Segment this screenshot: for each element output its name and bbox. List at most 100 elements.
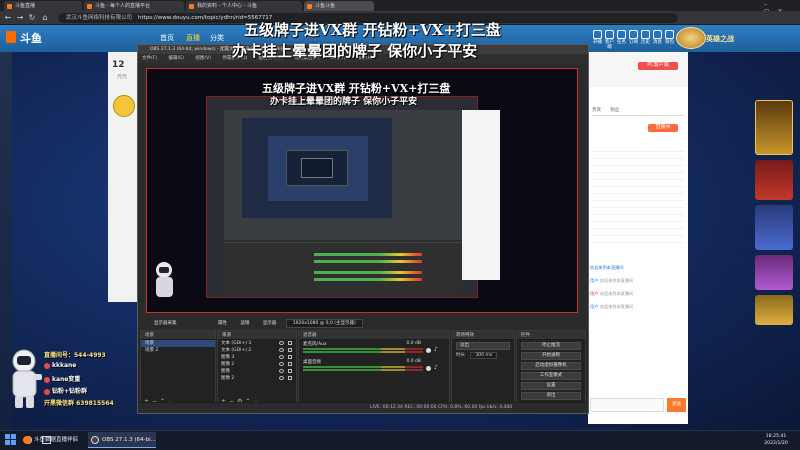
transition-select[interactable]: 淡出 bbox=[456, 342, 510, 350]
chat-line: 用户 欢迎来到本直播间 bbox=[590, 291, 634, 296]
lock-icon[interactable] bbox=[288, 341, 292, 345]
bag-icon bbox=[665, 30, 674, 39]
exit-button[interactable]: 退出 bbox=[521, 392, 581, 400]
promo-card-2[interactable] bbox=[755, 160, 793, 200]
chat-line: 欢迎来到本直播间 bbox=[590, 265, 624, 270]
lock-icon[interactable] bbox=[288, 355, 292, 359]
sources-dock: 来源 文本 (GDI+) 3 文本 (GDI+) 2 图像 3 图像 2 图像 … bbox=[217, 330, 297, 408]
eye-icon[interactable] bbox=[279, 369, 284, 373]
speaker-icon[interactable]: ♪ bbox=[434, 365, 440, 371]
back-icon[interactable]: ← bbox=[3, 13, 13, 23]
scene-item[interactable]: 场景 2 bbox=[141, 347, 215, 354]
eye-icon[interactable] bbox=[279, 341, 284, 345]
menu-file[interactable]: 文件(F) bbox=[142, 56, 157, 61]
nav-live[interactable]: 直播 bbox=[186, 33, 200, 43]
chat-tabs[interactable]: 贵宾 粉丝 bbox=[592, 107, 684, 116]
social-line: kane变重 bbox=[44, 374, 80, 383]
lock-icon[interactable] bbox=[288, 348, 292, 352]
header-start-live[interactable]: 开播 bbox=[592, 30, 603, 47]
header-follow[interactable]: 订阅 bbox=[628, 30, 639, 47]
eye-icon[interactable] bbox=[279, 355, 284, 359]
speaker-icon[interactable]: ♪ bbox=[434, 347, 440, 353]
source-name: 显示器采集 bbox=[154, 321, 177, 326]
header-client[interactable]: 客户端 bbox=[604, 30, 615, 50]
filters-button[interactable]: 滤镜 bbox=[240, 321, 249, 326]
duration-input[interactable]: 300 ms bbox=[470, 352, 498, 359]
forward-icon[interactable]: → bbox=[15, 13, 25, 23]
header-tasks[interactable]: 任务 bbox=[616, 30, 627, 47]
promo-card-5[interactable] bbox=[755, 295, 793, 325]
chat-input[interactable] bbox=[590, 398, 664, 412]
site-logo[interactable]: 斗鱼 bbox=[20, 30, 68, 46]
douyu-favicon bbox=[7, 4, 12, 9]
anchor-info-panel bbox=[108, 52, 138, 302]
menu-view[interactable]: 视图(V) bbox=[195, 56, 211, 61]
room-button[interactable]: 直播间 bbox=[648, 124, 678, 132]
chat-messages bbox=[592, 145, 684, 245]
taskbar-app-obs[interactable]: OBS 27.1.3 (64-bi... bbox=[88, 432, 156, 448]
clock-icon bbox=[641, 30, 650, 39]
nav-home[interactable]: 首页 bbox=[160, 33, 174, 43]
header-promo[interactable]: 英雄之战 bbox=[706, 34, 734, 44]
browser-tab-1[interactable]: 斗鱼直播 bbox=[4, 1, 82, 11]
source-item[interactable]: 图像 bbox=[218, 368, 296, 375]
source-item[interactable]: 文本 (GDI+) 2 bbox=[218, 347, 296, 354]
home-icon[interactable]: ⌂ bbox=[40, 13, 50, 23]
eye-icon[interactable] bbox=[279, 376, 284, 380]
social-line: 钻粉+钻粉群 bbox=[44, 386, 87, 395]
mixer-channel-mic: 麦克风/Aux 0.0 dB ♪ bbox=[299, 340, 449, 358]
taskbar-app-douyu[interactable]: 斗鱼数据直播伴侣 bbox=[20, 432, 86, 448]
transitions-dock: 转场特效 淡出 时长 300 ms bbox=[451, 330, 515, 408]
promo-card-3[interactable] bbox=[755, 205, 793, 250]
eye-icon[interactable] bbox=[279, 362, 284, 366]
source-item[interactable]: 图像 3 bbox=[218, 354, 296, 361]
pc-client-button[interactable]: PC客户端 bbox=[638, 62, 678, 70]
menu-edit[interactable]: 编辑(E) bbox=[169, 56, 184, 61]
tab-vip[interactable]: 贵宾 bbox=[592, 108, 601, 113]
promo-card-4[interactable] bbox=[755, 255, 793, 290]
stop-streaming-button[interactable]: 停止推流 bbox=[521, 342, 581, 350]
scenes-dock: 场景 场景 场景 2 +−⌃⌄ bbox=[140, 330, 216, 408]
volume-slider[interactable] bbox=[426, 348, 431, 353]
fan-icon bbox=[44, 388, 50, 395]
lock-icon[interactable] bbox=[288, 362, 292, 366]
overlay-line-1: 五级牌子进VX群 开钻粉+VX+打三盘 bbox=[244, 21, 501, 39]
studio-mode-button[interactable]: 工作室模式 bbox=[521, 372, 581, 380]
browser-tab-3[interactable]: 我的资料 - 个人中心 - 斗鱼 bbox=[186, 1, 302, 11]
source-item[interactable]: 图像 2 bbox=[218, 375, 296, 382]
promo-card-1[interactable] bbox=[755, 100, 793, 155]
settings-button[interactable]: 设置 bbox=[521, 382, 581, 390]
reload-icon[interactable]: ↻ bbox=[27, 13, 37, 23]
header-messages[interactable]: 消息 bbox=[652, 30, 663, 47]
nested-overlay-line-2: 办卡挂上晕晕团的牌子 保你小子平安 bbox=[270, 97, 418, 107]
eye-icon[interactable] bbox=[279, 348, 284, 352]
weibo-icon bbox=[44, 362, 50, 369]
lock-icon[interactable] bbox=[288, 376, 292, 380]
browser-tab-2[interactable]: 斗鱼 - 每个人的直播平台 bbox=[84, 1, 184, 11]
nested-streamer-avatar bbox=[156, 262, 173, 297]
source-item[interactable]: 图像 2 bbox=[218, 361, 296, 368]
display-select[interactable]: 1920x1080 @ 0,0 (主显示器) bbox=[285, 319, 363, 328]
transitions-title: 转场特效 bbox=[452, 331, 514, 340]
header-history[interactable]: 历史 bbox=[640, 30, 651, 47]
scene-item[interactable]: 场景 bbox=[141, 340, 215, 347]
download-icon bbox=[605, 30, 614, 39]
anchor-level-unit: 元元 bbox=[117, 74, 128, 80]
header-backpack[interactable]: 背包 bbox=[664, 30, 675, 47]
lock-icon[interactable] bbox=[288, 369, 292, 373]
nav-category[interactable]: 分类 bbox=[210, 33, 224, 43]
user-avatar[interactable] bbox=[676, 27, 706, 49]
taskbar-clock[interactable]: 18:25:41 2022/1/20 bbox=[757, 433, 795, 447]
browser-tab-4[interactable]: 斗鱼斗鱼 bbox=[304, 1, 374, 11]
source-item[interactable]: 文本 (GDI+) 3 bbox=[218, 340, 296, 347]
obs-statusbar: LIVE: 00:12:34 REC: 00:00:00 CPU: 0.8%, … bbox=[138, 402, 588, 412]
tab-fans[interactable]: 粉丝 bbox=[610, 108, 619, 113]
chat-send-button[interactable]: 发送 bbox=[667, 398, 686, 412]
volume-slider[interactable] bbox=[426, 366, 431, 371]
douyu-favicon bbox=[87, 4, 92, 9]
controls-dock: 控件 停止推流 开始录制 启动虚拟摄像机 工作室模式 设置 退出 bbox=[516, 330, 586, 408]
start-recording-button[interactable]: 开始录制 bbox=[521, 352, 581, 360]
properties-button[interactable]: 属性 bbox=[218, 321, 227, 326]
astronaut-avatar bbox=[12, 349, 42, 408]
virtual-camera-button[interactable]: 启动虚拟摄像机 bbox=[521, 362, 581, 370]
